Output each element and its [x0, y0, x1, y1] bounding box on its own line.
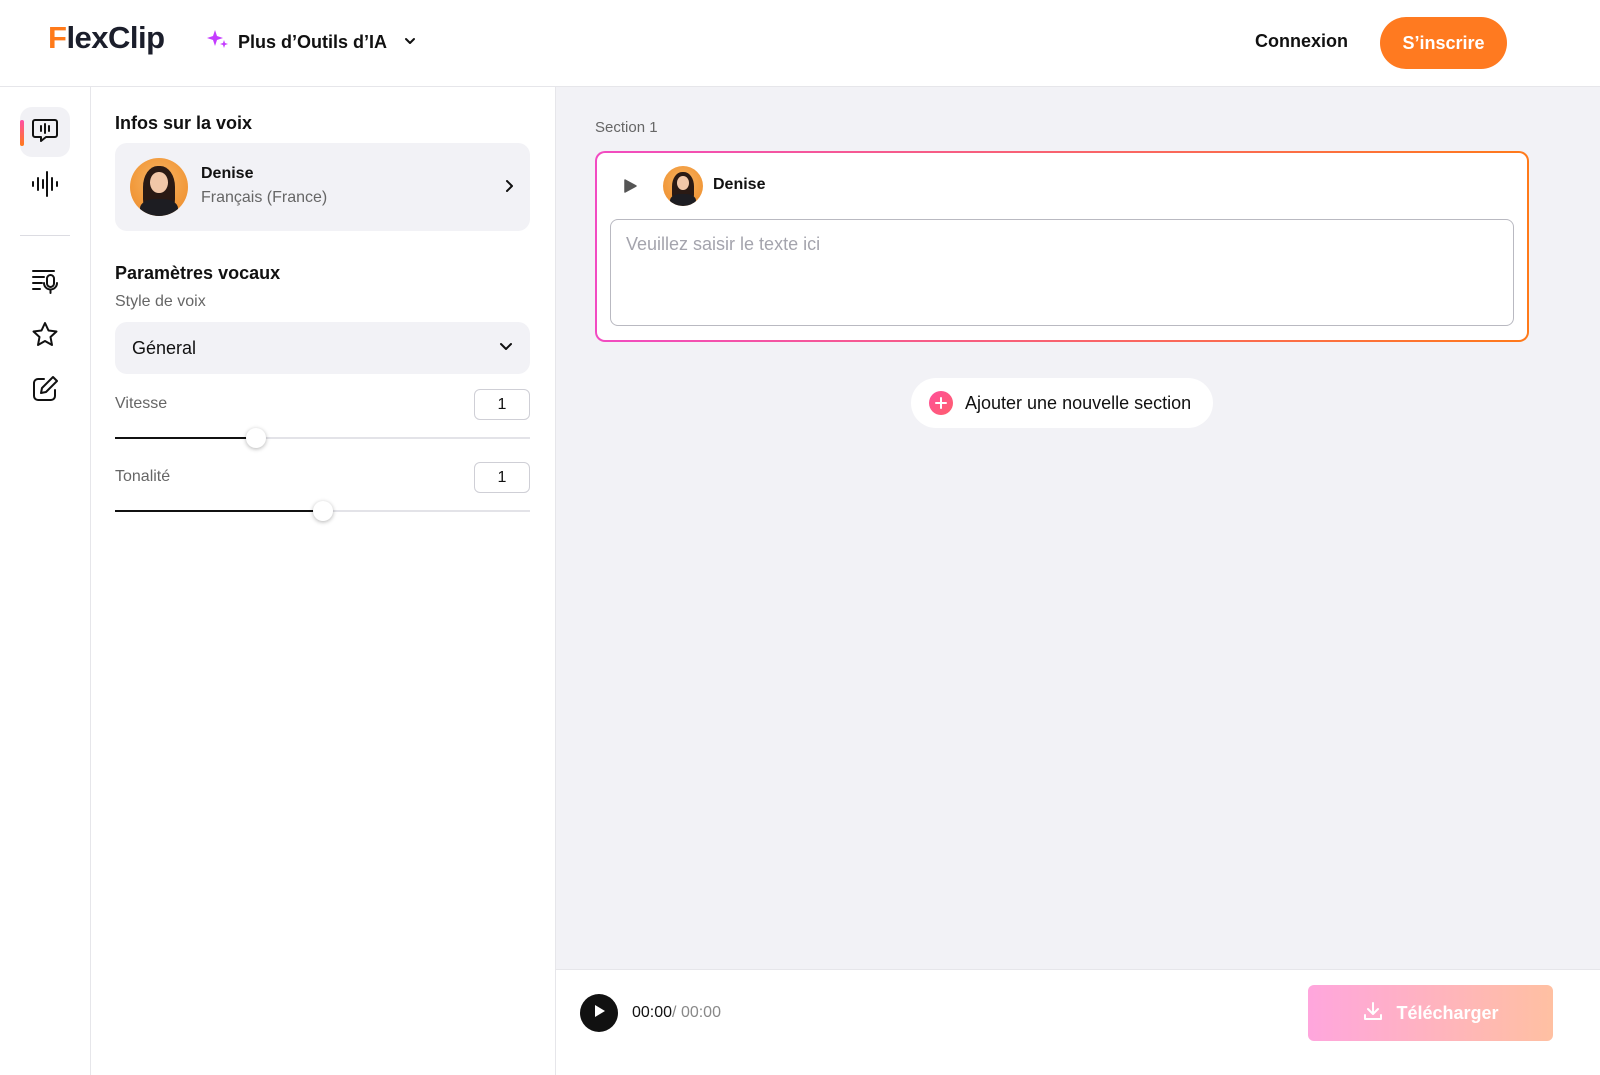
- voice-language: Français (France): [201, 189, 328, 206]
- logo-letter: F: [48, 20, 67, 55]
- voice-info-title: Infos sur la voix: [115, 113, 253, 133]
- current-time: 00:00: [632, 1004, 673, 1021]
- play-button[interactable]: [580, 994, 618, 1032]
- ai-tools-label: Plus d’Outils d’IA: [238, 32, 388, 52]
- active-indicator: [20, 120, 24, 146]
- pitch-label: Tonalité: [115, 468, 171, 485]
- speed-label: Vitesse: [115, 395, 168, 412]
- ai-tools-menu[interactable]: Plus d’Outils d’IA: [206, 28, 417, 57]
- rail-item-voice-chat[interactable]: [20, 107, 70, 157]
- speed-slider-thumb[interactable]: [246, 428, 267, 448]
- pitch-value-input[interactable]: 1: [474, 462, 530, 493]
- edit-icon: [30, 374, 60, 409]
- flexclip-logo[interactable]: FlexClip: [48, 20, 165, 56]
- section-voice-avatar[interactable]: [663, 166, 703, 206]
- speed-value-input[interactable]: 1: [474, 389, 530, 420]
- speed-slider-fill: [115, 437, 257, 439]
- total-time: / 00:00: [672, 1004, 721, 1021]
- star-icon: [30, 320, 60, 355]
- chat-voice-icon: [30, 115, 60, 150]
- login-link[interactable]: Connexion: [1255, 31, 1348, 52]
- settings-panel: Infos sur la voix Denise Français (Franc…: [91, 87, 556, 1075]
- logo-text: lexClip: [66, 20, 165, 55]
- download-button[interactable]: Télécharger: [1308, 985, 1553, 1041]
- chevron-down-icon: [403, 32, 417, 53]
- rail-item-audio[interactable]: [20, 161, 70, 211]
- download-label: Télécharger: [1396, 1002, 1499, 1023]
- plus-icon: [929, 391, 953, 415]
- sparkle-icon: [206, 28, 230, 57]
- playback-time: 00:00/ 00:00: [632, 1004, 721, 1022]
- section-text-input[interactable]: [610, 219, 1514, 326]
- voice-avatar: [130, 158, 188, 216]
- pitch-slider[interactable]: [115, 501, 530, 521]
- voice-style-label: Style de voix: [115, 293, 206, 310]
- chevron-down-icon: [498, 338, 514, 359]
- vocal-params-title: Paramètres vocaux: [115, 263, 281, 283]
- pitch-slider-thumb[interactable]: [312, 501, 333, 521]
- pitch-slider-fill: [115, 510, 323, 512]
- add-section-label: Ajouter une nouvelle section: [965, 392, 1192, 413]
- rail-item-favorites[interactable]: [20, 312, 70, 362]
- voice-name: Denise: [201, 165, 254, 182]
- speed-slider[interactable]: [115, 428, 530, 448]
- rail-item-edit[interactable]: [20, 366, 70, 416]
- chevron-right-icon: [502, 179, 516, 198]
- script-mic-icon: [30, 266, 60, 301]
- voice-selector-card[interactable]: Denise Français (France): [115, 143, 530, 231]
- soundwave-icon: [30, 169, 60, 204]
- audio-player-bar: 00:00/ 00:00 Télécharger: [556, 969, 1600, 1075]
- editor-area: Section 1 Denise Ajouter une nouvelle se…: [556, 87, 1600, 969]
- voice-style-value: Géneral: [132, 337, 197, 358]
- add-section-button[interactable]: Ajouter une nouvelle section: [911, 378, 1213, 428]
- rail-divider: [20, 235, 70, 236]
- top-header: FlexClip Plus d’Outils d’IA Connexion S’…: [0, 0, 1600, 87]
- download-icon: [1362, 1000, 1384, 1027]
- signup-button[interactable]: S’inscrire: [1380, 17, 1507, 69]
- section-voice-name[interactable]: Denise: [713, 176, 765, 194]
- voice-style-select[interactable]: Géneral: [115, 322, 530, 374]
- section-label: Section 1: [595, 119, 658, 136]
- rail-item-script[interactable]: [20, 258, 70, 308]
- play-icon: [591, 1003, 607, 1024]
- tool-rail: [0, 87, 91, 1075]
- section-card: Denise: [595, 151, 1529, 342]
- play-icon[interactable]: [623, 179, 637, 198]
